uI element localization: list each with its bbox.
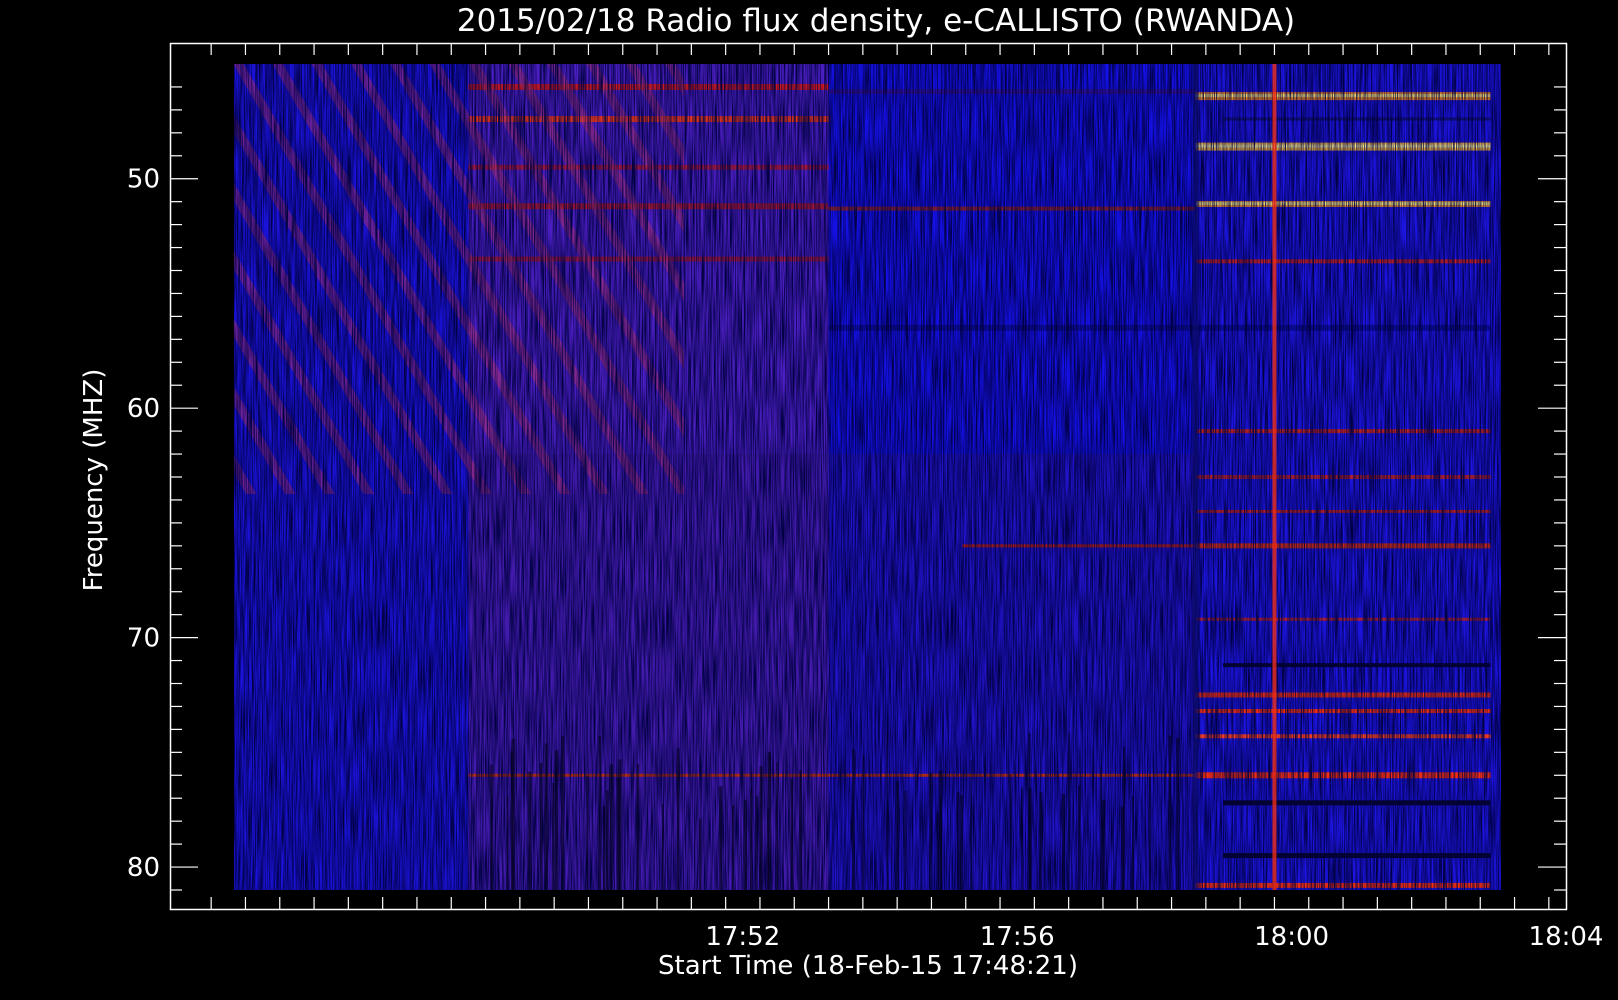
dark-streak: [886, 732, 889, 890]
dark-streak: [750, 788, 753, 890]
x-tick-label: 17:52: [705, 922, 780, 952]
dark-streak: [956, 791, 960, 890]
dark-streak: [661, 803, 664, 890]
y-tick-label: 80: [127, 853, 160, 883]
burst-line: [1272, 64, 1277, 890]
dark-streak: [732, 805, 735, 890]
dark-streak: [1100, 767, 1103, 890]
dark-streak: [1123, 746, 1125, 890]
x-axis-label: Start Time (18-Feb-15 17:48:21): [658, 951, 1078, 981]
x-tick-label: 18:04: [1529, 922, 1604, 952]
dark-streak: [490, 764, 493, 890]
dark-streak: [1078, 785, 1081, 890]
dark-streak: [1039, 792, 1043, 890]
dark-streak: [544, 743, 548, 890]
dark-streak: [616, 777, 620, 890]
y-tick-label: 70: [127, 624, 160, 654]
dark-streak: [609, 764, 614, 890]
dark-streak: [698, 818, 702, 890]
dark-streak: [767, 752, 771, 890]
dark-streak: [799, 770, 802, 890]
spectrogram-chart: 2015/02/18 Radio flux density, e-CALLIST…: [0, 0, 1618, 1000]
dark-streak: [776, 762, 779, 890]
dark-streak: [851, 749, 855, 890]
dark-streak: [1021, 787, 1023, 890]
x-tick-label: 17:56: [980, 922, 1055, 952]
dark-streak: [936, 812, 939, 890]
dark-streak: [755, 795, 758, 890]
dark-streak: [598, 735, 602, 890]
dark-streak: [895, 780, 900, 890]
dark-streak: [1148, 777, 1151, 890]
chart-title: 2015/02/18 Radio flux density, e-CALLIST…: [457, 3, 1295, 39]
dark-streak: [605, 790, 609, 890]
y-tick-label: 60: [127, 394, 160, 424]
x-tick-label: 18:00: [1254, 922, 1329, 952]
dark-streak: [586, 776, 589, 890]
dark-streak: [554, 750, 558, 890]
dark-streak: [636, 764, 640, 890]
spectrogram-data: [234, 64, 1501, 890]
dark-streak: [929, 772, 933, 890]
dark-streak: [790, 779, 794, 890]
dark-streak: [1131, 795, 1135, 890]
dark-streak: [676, 748, 680, 890]
dark-streak: [1028, 787, 1032, 890]
dark-streak: [528, 771, 532, 890]
dark-streak: [904, 790, 907, 890]
segment-boundary: [1192, 64, 1199, 890]
dark-streak: [759, 766, 763, 890]
dark-streak: [1068, 732, 1070, 890]
dark-streak: [959, 795, 964, 890]
dark-streak: [511, 751, 513, 890]
y-axis-label: Frequency (MHZ): [79, 369, 109, 592]
dark-streak: [1102, 799, 1106, 890]
dark-streak: [552, 782, 555, 890]
dark-streak: [602, 805, 606, 890]
dark-streak: [1009, 773, 1012, 890]
dark-streak: [1062, 793, 1066, 890]
dark-streak: [506, 795, 509, 890]
dark-streak: [970, 760, 973, 890]
dark-streak: [719, 786, 723, 890]
dark-streak: [743, 799, 747, 890]
dark-streak: [1168, 735, 1172, 890]
spectrogram-noise: [234, 64, 1501, 890]
dark-streak: [939, 770, 943, 890]
dark-streak: [862, 755, 865, 890]
dark-streak: [1176, 738, 1180, 890]
dark-streak: [561, 736, 565, 890]
y-tick-label: 50: [127, 165, 160, 195]
dark-streak: [539, 763, 543, 890]
